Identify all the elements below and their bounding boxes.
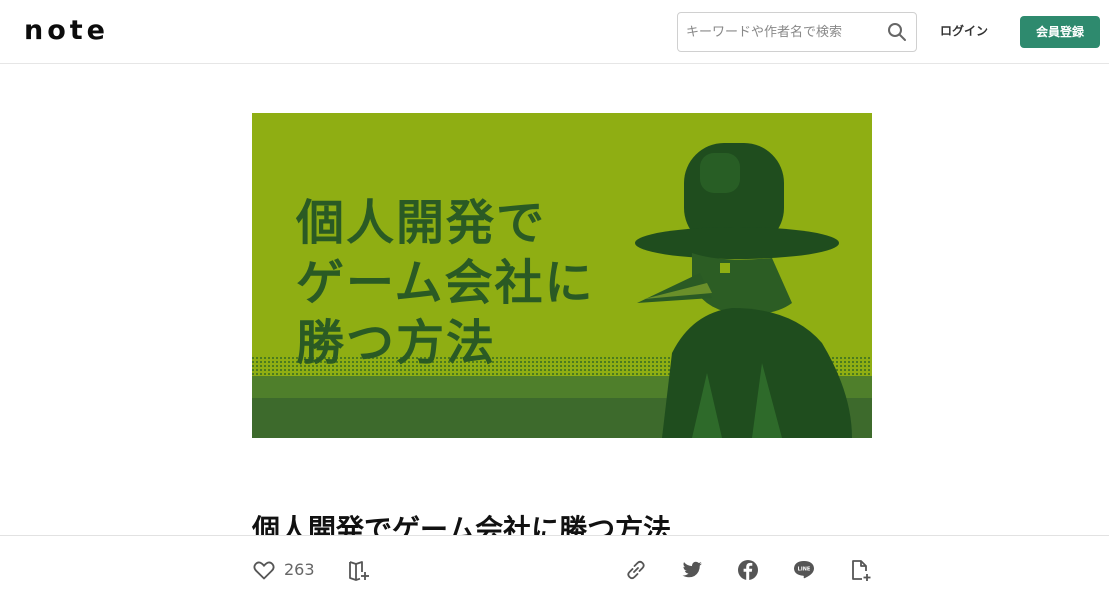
facebook-icon[interactable] [736,558,760,582]
hero-title-text: 個人開発で ゲーム会社に 勝つ方法 [296,193,616,373]
link-icon[interactable] [624,558,648,582]
line-icon[interactable]: LINE [792,558,816,582]
hero-image: 個人開発で ゲーム会社に 勝つ方法 [252,113,872,438]
svg-text:LINE: LINE [798,567,811,573]
like-count: 263 [284,560,315,579]
note-logo[interactable]: note [24,15,109,47]
heart-icon[interactable] [252,558,276,582]
hero-title-line: 勝つ方法 [296,315,497,371]
signup-button[interactable]: 会員登録 [1020,16,1100,48]
login-link[interactable]: ログイン [931,21,997,41]
twitter-icon[interactable] [680,558,704,582]
search-box[interactable] [677,12,917,52]
embed-icon[interactable] [848,558,872,582]
search-icon[interactable] [887,22,907,42]
action-bar: 263 LINE [0,535,1109,600]
magazine-add-icon[interactable] [347,558,371,582]
hero-title-line: 個人開発で [296,195,547,251]
hero-title-line: ゲーム会社に [296,255,595,311]
site-header: note ログイン 会員登録 [0,0,1109,64]
search-input[interactable] [686,13,881,51]
